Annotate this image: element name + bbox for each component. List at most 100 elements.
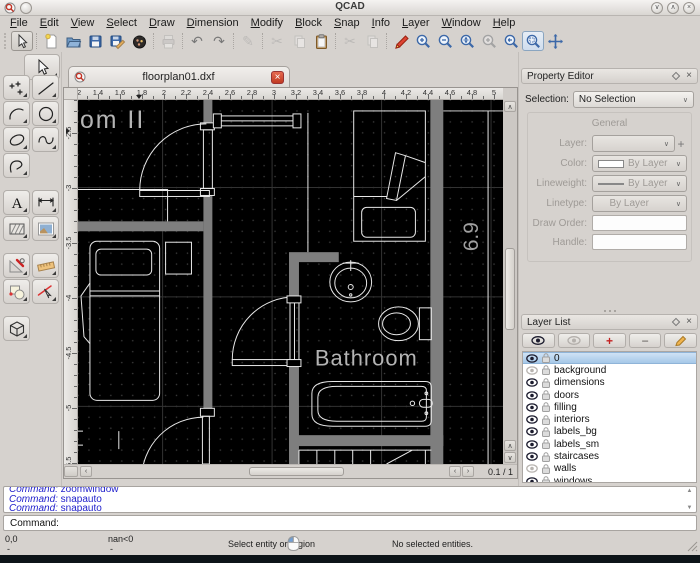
- layer-row[interactable]: labels_bg: [523, 426, 696, 438]
- resize-grip-icon[interactable]: [686, 540, 698, 554]
- polyline-tools-button[interactable]: [3, 153, 30, 178]
- save-file-button[interactable]: [84, 31, 106, 51]
- toolbar-handle[interactable]: [4, 33, 9, 49]
- eye-visible-icon[interactable]: [526, 452, 538, 461]
- close-button[interactable]: ×: [683, 2, 695, 14]
- lineweight-dropdown[interactable]: By Layer∨: [592, 175, 687, 192]
- drawing-canvas[interactable]: om II Bathroom 6.9: [78, 100, 503, 464]
- close-tab-icon[interactable]: ×: [271, 71, 284, 84]
- point-tools-button[interactable]: [3, 75, 30, 100]
- selection-tool-button[interactable]: [11, 31, 33, 51]
- auto-zoom-button[interactable]: [456, 31, 478, 51]
- linetype-dropdown[interactable]: By Layer∨: [592, 195, 687, 212]
- arc-tools-button[interactable]: [3, 101, 30, 126]
- eye-visible-icon[interactable]: [526, 427, 538, 436]
- zoom-window-button[interactable]: [522, 31, 544, 51]
- line-tools-button[interactable]: [32, 75, 59, 100]
- remove-layer-button[interactable]: −: [629, 333, 662, 348]
- command-line-input[interactable]: Command:: [3, 515, 697, 531]
- undo-button[interactable]: ↶: [186, 31, 208, 51]
- maximize-button[interactable]: ∧: [667, 2, 679, 14]
- lock-icon[interactable]: [542, 353, 550, 363]
- trim-tools-button[interactable]: [32, 279, 59, 304]
- hscroll-thumb[interactable]: [249, 467, 344, 476]
- save-file-as-button[interactable]: [106, 31, 128, 51]
- close-panel-icon[interactable]: ×: [686, 71, 692, 81]
- image-tool-button[interactable]: [32, 216, 59, 241]
- add-layer-inline-icon[interactable]: +: [675, 137, 687, 151]
- scroll-up-icon[interactable]: ▲: [687, 488, 693, 494]
- eye-visible-icon[interactable]: [526, 391, 538, 400]
- menu-modify[interactable]: Modify: [245, 17, 289, 29]
- lock-icon[interactable]: [542, 402, 550, 412]
- color-dropdown[interactable]: By Layer∨: [592, 155, 687, 172]
- measure-tools-button[interactable]: [32, 253, 59, 278]
- float-panel-icon[interactable]: [672, 318, 680, 326]
- show-all-layers-button[interactable]: [522, 333, 555, 348]
- circle-tools-button[interactable]: [32, 101, 59, 126]
- float-panel-icon[interactable]: [672, 72, 680, 80]
- text-tool-button[interactable]: A: [3, 190, 30, 215]
- scroll-down-icon[interactable]: ∨: [504, 452, 516, 463]
- layer-dropdown[interactable]: ∨: [592, 135, 675, 152]
- lock-icon[interactable]: [542, 452, 550, 462]
- menu-info[interactable]: Info: [366, 17, 396, 29]
- lock-icon[interactable]: [542, 365, 550, 375]
- property-editor-header[interactable]: Property Editor ×: [521, 68, 698, 84]
- history-scrollbar[interactable]: ▲▼: [685, 488, 694, 511]
- solid-tools-button[interactable]: [3, 316, 30, 341]
- selection-dropdown[interactable]: No Selection ∨: [573, 91, 694, 108]
- pager-right-icon[interactable]: ›: [462, 466, 474, 477]
- block-tools-button[interactable]: [3, 279, 30, 304]
- zoom-out-button[interactable]: [434, 31, 456, 51]
- draw-order-field[interactable]: [592, 215, 687, 231]
- layer-row[interactable]: doors: [523, 389, 696, 401]
- lock-icon[interactable]: [542, 464, 550, 474]
- close-panel-icon[interactable]: ×: [686, 317, 692, 327]
- eye-visible-icon[interactable]: [526, 354, 538, 363]
- scroll-left-icon[interactable]: ‹: [80, 466, 92, 477]
- menu-file[interactable]: File: [4, 17, 34, 29]
- paste-button[interactable]: [310, 31, 332, 51]
- lock-icon[interactable]: [542, 476, 550, 483]
- zoom-in-button[interactable]: [412, 31, 434, 51]
- hatch-tool-button[interactable]: [3, 216, 30, 241]
- eye-visible-icon[interactable]: [526, 415, 538, 424]
- dimension-tools-button[interactable]: [32, 190, 59, 215]
- menu-layer[interactable]: Layer: [396, 17, 436, 29]
- eye-hidden-icon[interactable]: [526, 366, 538, 375]
- draw-pen-button[interactable]: [390, 31, 412, 51]
- layer-row[interactable]: walls: [523, 463, 696, 475]
- document-tab[interactable]: floorplan01.dxf ×: [68, 66, 290, 87]
- redo-button[interactable]: ↷: [208, 31, 230, 51]
- hide-all-layers-button[interactable]: [558, 333, 591, 348]
- eye-visible-icon[interactable]: [526, 403, 538, 412]
- pager-left-icon[interactable]: ‹: [449, 466, 461, 477]
- add-layer-button[interactable]: +: [593, 333, 626, 348]
- layer-list-header[interactable]: Layer List ×: [521, 314, 698, 330]
- menu-draw[interactable]: Draw: [143, 17, 181, 29]
- open-file-button[interactable]: [62, 31, 84, 51]
- menu-snap[interactable]: Snap: [328, 17, 366, 29]
- ellipse-tools-button[interactable]: [3, 127, 30, 152]
- export-package-button[interactable]: [128, 31, 150, 51]
- vertical-scrollbar[interactable]: ∧ ∧ ∨: [503, 100, 517, 464]
- menu-view[interactable]: View: [65, 17, 101, 29]
- lock-icon[interactable]: [542, 439, 550, 449]
- layer-row[interactable]: staircases: [523, 450, 696, 462]
- pan-button[interactable]: [544, 31, 566, 51]
- layer-row[interactable]: filling: [523, 401, 696, 413]
- lock-icon[interactable]: [542, 427, 550, 437]
- spline-tools-button[interactable]: [32, 127, 59, 152]
- lock-icon[interactable]: [542, 415, 550, 425]
- lock-icon[interactable]: [542, 378, 550, 388]
- horizontal-scrollbar[interactable]: ‹ ‹ › 0.1 / 1: [64, 464, 517, 478]
- scroll-up-icon[interactable]: ∧: [504, 101, 516, 112]
- menu-select[interactable]: Select: [100, 17, 143, 29]
- menu-dimension[interactable]: Dimension: [181, 17, 245, 29]
- layer-row[interactable]: interiors: [523, 413, 696, 425]
- previous-view-button[interactable]: [500, 31, 522, 51]
- minimize-button[interactable]: ∨: [651, 2, 663, 14]
- eye-visible-icon[interactable]: [526, 378, 538, 387]
- scroll-up2-icon[interactable]: ∧: [504, 440, 516, 451]
